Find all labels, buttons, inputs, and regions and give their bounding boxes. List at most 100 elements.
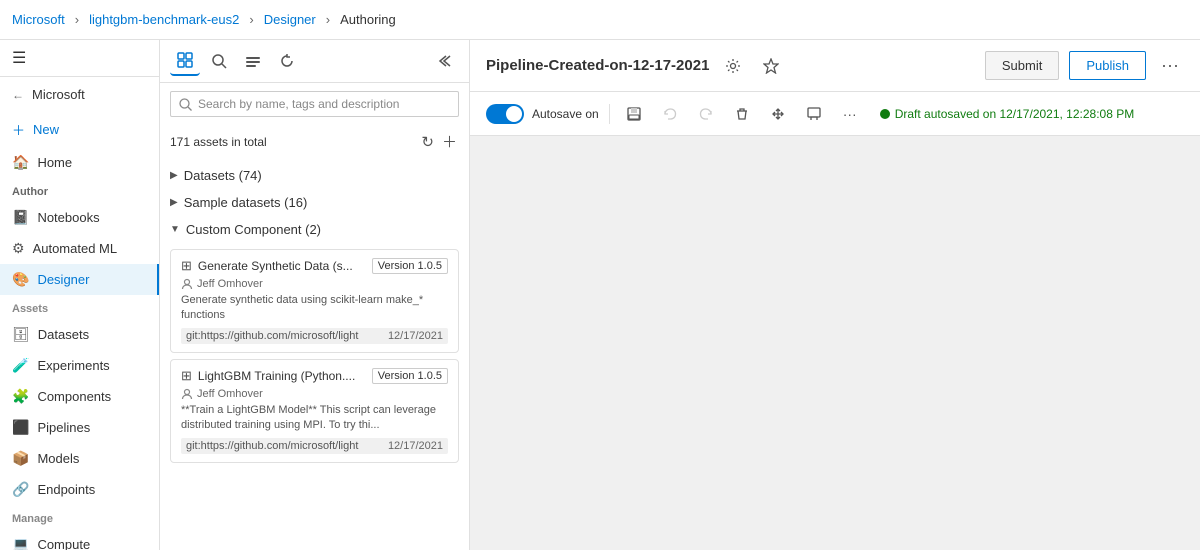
breadcrumb-workspace[interactable]: lightgbm-benchmark-eus2: [89, 12, 239, 27]
sidebar-item-datasets[interactable]: 🗄 Datasets: [0, 319, 159, 350]
hamburger-icon[interactable]: ☰: [12, 48, 26, 68]
autosave-status-text: Draft autosaved on 12/17/2021, 12:28:08 …: [895, 107, 1135, 121]
sidebar-item-home[interactable]: 🏠 Home: [0, 147, 159, 178]
component-link-2: git:https://github.com/microsoft/light 1…: [181, 438, 448, 454]
author-name-2: Jeff Omhover: [197, 388, 263, 400]
search-icon: [179, 98, 192, 111]
new-label: New: [33, 122, 59, 137]
sidebar-top: ☰: [0, 40, 159, 77]
sidebar-item-notebooks[interactable]: 📓 Notebooks: [0, 202, 159, 233]
notebooks-icon: 📓: [12, 209, 29, 226]
component-version-1: Version 1.0.5: [372, 258, 448, 274]
category-custom-component[interactable]: ▼ Custom Component (2): [160, 216, 469, 243]
sidebar-item-designer[interactable]: 🎨 Designer: [0, 264, 159, 295]
collapse-panel-icon[interactable]: [429, 46, 459, 76]
more-toolbar-icon[interactable]: ···: [836, 100, 864, 128]
sidebar-item-automated-ml[interactable]: ⚙ Automated ML: [0, 233, 159, 264]
new-button[interactable]: ＋ New: [0, 112, 159, 147]
components-icon: 🧩: [12, 388, 29, 405]
pan-icon[interactable]: [764, 100, 792, 128]
component-header-1: ⊞ Generate Synthetic Data (s... Version …: [181, 258, 448, 274]
automated-ml-icon: ⚙: [12, 240, 25, 257]
author-icon-1: [181, 278, 193, 290]
component-grid-icon-1: ⊞: [181, 258, 192, 274]
sidebar-item-experiments[interactable]: 🧪 Experiments: [0, 350, 159, 381]
breadcrumb-sep-1: ›: [75, 12, 79, 27]
category-datasets[interactable]: ▶ Datasets (74): [160, 162, 469, 189]
custom-component-expand-arrow: ▼: [170, 224, 180, 235]
autosave-toggle-switch[interactable]: [486, 104, 524, 124]
assets-panel-icon[interactable]: [170, 46, 200, 76]
middle-panel: 171 assets in total ↻ ＋ ▶ Datasets (74) …: [160, 40, 470, 550]
plus-icon: ＋: [12, 120, 25, 139]
pipeline-title: Pipeline-Created-on-12-17-2021: [486, 57, 709, 74]
autosave-toggle[interactable]: Autosave on: [486, 104, 599, 124]
datasets-icon: 🗄: [12, 326, 30, 343]
toolbar-divider-1: [609, 104, 610, 124]
comment-icon[interactable]: [800, 100, 828, 128]
breadcrumb-designer[interactable]: Designer: [264, 12, 316, 27]
canvas-header: Pipeline-Created-on-12-17-2021 Submit Pu…: [470, 40, 1200, 92]
search-box[interactable]: [170, 91, 459, 117]
canvas-area: Pipeline-Created-on-12-17-2021 Submit Pu…: [470, 40, 1200, 550]
category-sample-datasets[interactable]: ▶ Sample datasets (16): [160, 189, 469, 216]
refresh-panel-icon[interactable]: [272, 46, 302, 76]
sidebar-item-endpoints[interactable]: 🔗 Endpoints: [0, 474, 159, 505]
component-card-lightgbm[interactable]: ⊞ LightGBM Training (Python.... Version …: [170, 359, 459, 463]
component-header-2: ⊞ LightGBM Training (Python.... Version …: [181, 368, 448, 384]
redo-icon[interactable]: [692, 100, 720, 128]
manage-section-label: Manage: [0, 505, 159, 529]
settings-icon[interactable]: [719, 52, 747, 80]
more-options-icon[interactable]: ···: [1156, 52, 1184, 80]
autosave-status: Draft autosaved on 12/17/2021, 12:28:08 …: [880, 107, 1135, 121]
sidebar-item-models[interactable]: 📦 Models: [0, 443, 159, 474]
back-arrow-icon: ←: [12, 88, 24, 102]
refresh-assets-icon[interactable]: ↻: [419, 131, 436, 153]
automated-ml-label: Automated ML: [33, 241, 118, 256]
component-card-generate-synthetic[interactable]: ⊞ Generate Synthetic Data (s... Version …: [170, 249, 459, 353]
sidebar-item-pipelines[interactable]: ⬛ Pipelines: [0, 412, 159, 443]
endpoints-icon: 🔗: [12, 481, 29, 498]
component-version-2: Version 1.0.5: [372, 368, 448, 384]
submit-button[interactable]: Submit: [985, 51, 1059, 80]
sidebar-item-compute[interactable]: 💻 Compute: [0, 529, 159, 550]
compute-label: Compute: [37, 537, 90, 550]
components-panel-icon[interactable]: [238, 46, 268, 76]
sidebar-back-microsoft[interactable]: ← Microsoft: [0, 77, 159, 112]
compute-icon: 💻: [12, 536, 29, 550]
canvas-body[interactable]: [470, 136, 1200, 550]
designer-label: Designer: [37, 272, 89, 287]
save-icon[interactable]: [620, 100, 648, 128]
component-link-1: git:https://github.com/microsoft/light 1…: [181, 328, 448, 344]
datasets-label: Datasets: [38, 327, 89, 342]
sample-datasets-collapse-arrow: ▶: [170, 197, 178, 208]
undo-icon[interactable]: [656, 100, 684, 128]
add-asset-icon[interactable]: ＋: [440, 129, 459, 154]
home-label: Home: [37, 155, 72, 170]
breadcrumb-microsoft[interactable]: Microsoft: [12, 12, 65, 27]
endpoints-label: Endpoints: [37, 482, 95, 497]
sample-datasets-category-name: Sample datasets (16): [184, 195, 308, 210]
author-name-1: Jeff Omhover: [197, 278, 263, 290]
sidebar-item-components[interactable]: 🧩 Components: [0, 381, 159, 412]
home-icon: 🏠: [12, 154, 29, 171]
sidebar-microsoft-label: Microsoft: [32, 87, 85, 102]
custom-component-category-name: Custom Component (2): [186, 222, 321, 237]
favorite-icon[interactable]: [757, 52, 785, 80]
models-icon: 📦: [12, 450, 29, 467]
models-label: Models: [37, 451, 79, 466]
publish-button[interactable]: Publish: [1069, 51, 1146, 80]
components-label: Components: [37, 389, 111, 404]
link-text-1: git:https://github.com/microsoft/light: [186, 330, 380, 342]
link-date-1: 12/17/2021: [388, 330, 443, 342]
assets-count-row: 171 assets in total ↻ ＋: [160, 125, 469, 162]
author-icon-2: [181, 388, 193, 400]
search-panel-icon[interactable]: [204, 46, 234, 76]
notebooks-label: Notebooks: [37, 210, 99, 225]
experiments-icon: 🧪: [12, 357, 29, 374]
delete-icon[interactable]: [728, 100, 756, 128]
middle-toolbar: [160, 40, 469, 83]
main-layout: ☰ ← Microsoft ＋ New 🏠 Home Author 📓 Note…: [0, 40, 1200, 550]
search-input[interactable]: [198, 97, 450, 111]
status-dot: [880, 109, 890, 119]
